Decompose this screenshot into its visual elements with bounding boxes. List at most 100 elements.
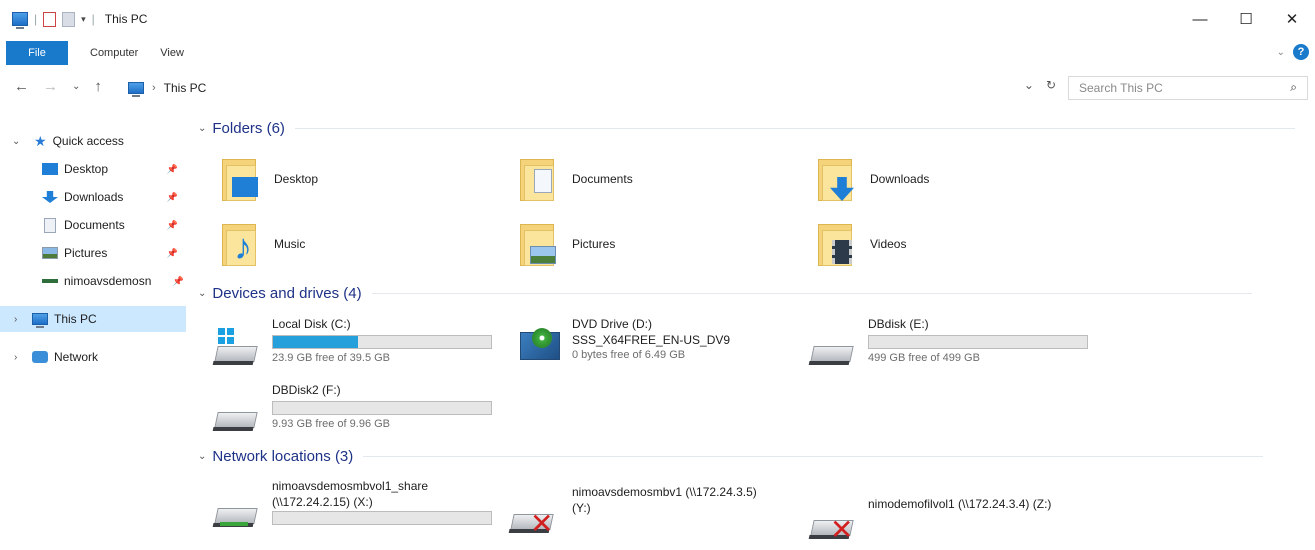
chevron-down-icon[interactable]: ⌄ — [12, 136, 20, 147]
nav-item-label: nimoavsdemosn — [64, 274, 152, 288]
nav-item-label: Pictures — [64, 246, 108, 260]
videos-folder-icon — [816, 220, 856, 268]
usage-bar — [868, 335, 1088, 349]
group-header-folders[interactable]: ⌄ Folders (6) — [198, 120, 1295, 137]
forward-icon[interactable]: → — [43, 78, 58, 95]
network-drive-z[interactable]: ✕ nimodemofilvol1 (\\172.24.3.4) (Z:) — [810, 490, 1140, 550]
up-icon[interactable]: ↑ — [94, 78, 102, 95]
customize-toolbar-dropdown-icon[interactable]: ▾ — [81, 14, 86, 25]
downloads-folder-icon — [816, 155, 856, 203]
breadcrumb-chevron-icon[interactable]: › — [152, 82, 156, 94]
drive-name: DVD Drive (D:) — [572, 317, 652, 331]
pin-icon: 📌 — [166, 247, 178, 258]
group-header-devices[interactable]: ⌄ Devices and drives (4) — [198, 285, 1252, 302]
folder-pictures[interactable]: Pictures — [518, 215, 615, 273]
expand-ribbon-icon[interactable]: ⌄ — [1277, 47, 1285, 58]
drive-f[interactable]: DBDisk2 (F:) 9.93 GB free of 9.96 GB — [214, 382, 504, 442]
nav-quick-access-label: Quick access — [52, 134, 124, 148]
folder-label: Music — [274, 237, 306, 251]
chevron-down-icon[interactable]: ⌄ — [198, 123, 206, 134]
chevron-right-icon[interactable]: › — [14, 314, 17, 325]
pin-icon: 📌 — [172, 275, 184, 286]
folder-videos[interactable]: Videos — [816, 215, 906, 273]
address-field[interactable]: › This PC ⌄ ↻ — [128, 76, 1056, 100]
documents-folder-icon — [518, 155, 558, 203]
downloads-icon — [42, 191, 58, 203]
network-location-path: (\\172.24.2.15) (X:) — [272, 495, 373, 509]
folder-desktop[interactable]: Desktop — [220, 150, 318, 208]
content-pane: ⌄ Folders (6) Desktop Documents Download… — [198, 112, 1315, 550]
usage-bar — [272, 335, 492, 349]
drive-d[interactable]: DVD Drive (D:) SSS_X64FREE_EN-US_DV9 0 b… — [518, 316, 808, 376]
nav-quick-access[interactable]: ⌄ ★ Quick access — [0, 128, 186, 154]
group-divider — [294, 128, 1295, 129]
toolbar-separator: | — [91, 12, 95, 26]
pin-icon: 📌 — [166, 191, 178, 202]
new-folder-icon[interactable] — [62, 11, 76, 27]
star-icon: ★ — [34, 132, 47, 149]
nav-item-label: Downloads — [64, 190, 124, 204]
close-button[interactable]: ✕ — [1269, 0, 1315, 38]
network-drive-icon — [42, 279, 58, 283]
pictures-folder-icon — [518, 220, 558, 268]
group-header-network[interactable]: ⌄ Network locations (3) — [198, 448, 1264, 465]
search-icon[interactable]: ⌕ — [1290, 80, 1297, 95]
search-input[interactable]: Search This PC ⌕ — [1068, 76, 1308, 100]
free-space-text: 0 bytes free of 6.49 GB — [572, 349, 686, 361]
refresh-icon[interactable]: ↻ — [1046, 78, 1056, 92]
back-icon[interactable]: ← — [14, 78, 29, 95]
nav-item-documents[interactable]: Documents 📌 — [0, 212, 186, 238]
free-space-text: 23.9 GB free of 39.5 GB — [272, 352, 391, 364]
folder-music[interactable]: ♪ Music — [220, 215, 305, 273]
tab-computer[interactable]: Computer — [90, 47, 138, 59]
recent-locations-icon[interactable]: ⌄ — [72, 81, 80, 95]
tab-view[interactable]: View — [160, 47, 184, 59]
hard-drive-icon — [810, 326, 854, 366]
disconnected-network-drive-icon: ✕ — [510, 494, 554, 538]
toolbar-separator: | — [34, 12, 38, 26]
folder-downloads[interactable]: Downloads — [816, 150, 929, 208]
drive-name: DBdisk (E:) — [868, 317, 929, 331]
group-divider — [363, 456, 1264, 457]
window-title: This PC — [104, 12, 148, 26]
folder-documents[interactable]: Documents — [518, 150, 633, 208]
nav-item-label: Network — [54, 350, 99, 364]
nav-item-label: This PC — [54, 312, 97, 326]
folder-label: Documents — [572, 172, 633, 186]
chevron-right-icon[interactable]: › — [14, 352, 17, 363]
chevron-down-icon[interactable]: ⌄ — [198, 451, 206, 462]
quick-access-toolbar: | ▾ | This PC — [12, 11, 148, 29]
nav-item-pictures[interactable]: Pictures 📌 — [0, 240, 186, 266]
network-drive-y[interactable]: ✕ nimoavsdemosmbv1 (\\172.24.3.5) (Y:) — [510, 484, 810, 544]
network-drive-x[interactable]: nimoavsdemosmbvol1_share (\\172.24.2.15)… — [214, 478, 504, 538]
help-icon[interactable]: ? — [1293, 44, 1309, 60]
nav-item-network[interactable]: › Network — [0, 344, 186, 370]
tab-file[interactable]: File — [6, 41, 68, 65]
group-title: Network locations (3) — [212, 448, 354, 465]
drive-name: DBDisk2 (F:) — [272, 383, 341, 397]
properties-icon[interactable] — [43, 11, 57, 27]
group-title: Folders (6) — [212, 120, 285, 137]
group-title: Devices and drives (4) — [212, 285, 362, 302]
this-pc-icon — [12, 12, 28, 29]
maximize-button[interactable]: ☐ — [1223, 0, 1269, 38]
chevron-down-icon[interactable]: ⌄ — [198, 288, 206, 299]
nav-item-desktop[interactable]: Desktop 📌 — [0, 156, 186, 182]
nav-item-downloads[interactable]: Downloads 📌 — [0, 184, 186, 210]
search-placeholder: Search This PC — [1079, 81, 1163, 95]
address-dropdown-icon[interactable]: ⌄ — [1024, 78, 1034, 92]
dvd-drive-icon — [518, 324, 562, 366]
pin-icon: 📌 — [166, 163, 178, 174]
nav-item-nimoavsdemosn[interactable]: nimoavsdemosn 📌 — [0, 268, 186, 294]
folder-label: Downloads — [870, 172, 930, 186]
drive-c[interactable]: Local Disk (C:) 23.9 GB free of 39.5 GB — [214, 316, 504, 376]
nav-item-this-pc[interactable]: › This PC — [0, 306, 186, 332]
drive-e[interactable]: DBdisk (E:) 499 GB free of 499 GB — [810, 316, 1100, 376]
breadcrumb-this-pc[interactable]: This PC — [164, 81, 207, 95]
music-folder-icon: ♪ — [220, 220, 260, 268]
desktop-folder-icon — [220, 155, 260, 203]
disconnected-network-drive-icon: ✕ — [810, 500, 854, 544]
drive-name: Local Disk (C:) — [272, 317, 351, 331]
hard-drive-icon — [214, 392, 258, 432]
minimize-button[interactable]: — — [1177, 0, 1223, 38]
